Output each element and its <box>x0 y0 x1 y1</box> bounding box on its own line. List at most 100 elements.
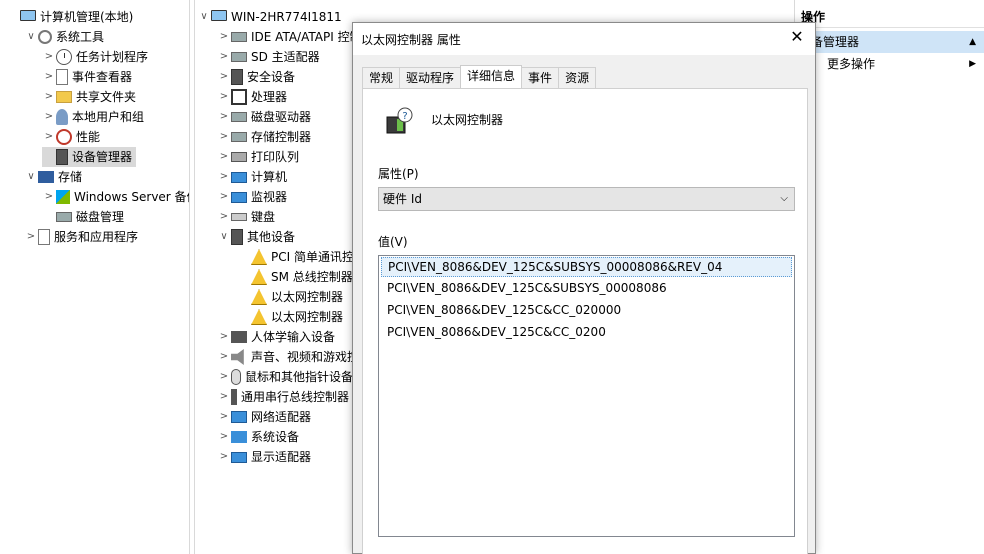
collapse-chevron-icon[interactable]: > <box>217 167 231 187</box>
device-tree-item[interactable]: > 安全设备 <box>217 67 295 87</box>
expand-chevron-icon[interactable]: ∨ <box>24 167 38 187</box>
device-tree-item[interactable]: > IDE ATA/ATAPI 控制器 <box>217 27 374 47</box>
expand-chevron-icon[interactable]: ∨ <box>217 227 231 247</box>
collapse-chevron-icon[interactable]: > <box>217 187 231 207</box>
value-label: 值(V) <box>378 235 408 249</box>
tree-item-label: 服务和应用程序 <box>54 230 139 244</box>
collapse-chevron-icon[interactable]: > <box>217 407 231 427</box>
collapse-chevron-icon[interactable]: > <box>42 47 56 67</box>
collapse-chevron-icon[interactable]: > <box>217 447 231 467</box>
collapse-chevron-icon[interactable]: > <box>217 347 231 367</box>
tree-item[interactable]: > 共享文件夹 <box>42 87 136 107</box>
value-list-item[interactable]: PCI\VEN_8086&DEV_125C&CC_0200 <box>381 322 794 343</box>
device-tree-item[interactable]: > 系统设备 <box>217 427 299 447</box>
value-listbox[interactable]: PCI\VEN_8086&DEV_125C&SUBSYS_00008086&RE… <box>378 255 795 537</box>
collapse-chevron-icon[interactable]: > <box>217 427 231 447</box>
tree-item[interactable]: > 本地用户和组 <box>42 107 144 127</box>
warning-device-icon <box>251 249 267 265</box>
device-tree-item[interactable]: > 打印队列 <box>217 147 299 167</box>
value-list-item[interactable]: PCI\VEN_8086&DEV_125C&CC_020000 <box>381 300 794 321</box>
tab-resources[interactable]: 资源 <box>558 67 597 88</box>
device-tree-item[interactable]: 以太网控制器 <box>237 287 343 307</box>
device-tree-item[interactable]: > 人体学输入设备 <box>217 327 335 347</box>
dialog-tabs: 常规 驱动程序 详细信息 事件 资源 <box>362 65 597 89</box>
device-tree-item[interactable]: > 处理器 <box>217 87 287 107</box>
device-tree-item[interactable]: > 通用串行总线控制器 <box>217 387 349 407</box>
actions-pane: 操作 设备管理器 ▲ 更多操作 ▶ <box>794 0 984 554</box>
tree-item[interactable]: > 性能 <box>42 127 100 147</box>
warning-device-icon <box>251 289 267 305</box>
windows-backup-icon <box>56 190 70 204</box>
device-tree-root[interactable]: ∨ WIN-2HR774I1811 <box>197 7 342 27</box>
device-tree-item[interactable]: > 鼠标和其他指针设备 <box>217 367 353 387</box>
tree-item[interactable]: ∨ 存储 <box>24 167 82 187</box>
collapse-chevron-icon[interactable]: > <box>217 27 231 47</box>
device-tree-item[interactable]: 以太网控制器 <box>237 307 343 327</box>
collapse-chevron-icon[interactable]: > <box>42 127 56 147</box>
device-tree-item[interactable]: > 计算机 <box>217 167 287 187</box>
tree-item[interactable]: > 任务计划程序 <box>42 47 148 67</box>
collapse-chevron-icon[interactable]: > <box>217 127 231 147</box>
shared-folders-icon <box>56 91 72 103</box>
device-tree-item[interactable]: > SD 主适配器 <box>217 47 320 67</box>
device-tree-item[interactable]: > 键盘 <box>217 207 275 227</box>
tab-general[interactable]: 常规 <box>362 67 401 88</box>
collapse-chevron-icon[interactable]: > <box>217 387 231 407</box>
tree-item-label: 性能 <box>76 130 101 144</box>
services-apps-icon <box>38 229 50 245</box>
collapse-chevron-icon[interactable]: > <box>217 67 231 87</box>
tree-item[interactable]: 磁盘管理 <box>42 207 124 227</box>
tree-item[interactable]: 计算机管理(本地) <box>6 7 133 27</box>
device-tree-item[interactable]: > 显示适配器 <box>217 447 311 467</box>
value-list-item[interactable]: PCI\VEN_8086&DEV_125C&SUBSYS_00008086 <box>381 278 794 299</box>
tab-details[interactable]: 详细信息 <box>460 65 523 88</box>
collapse-triangle-icon[interactable]: ▲ <box>969 31 976 53</box>
device-tree-item[interactable]: > 磁盘驱动器 <box>217 107 311 127</box>
actions-section-device-manager[interactable]: 设备管理器 ▲ <box>795 31 984 53</box>
storage-icon <box>38 171 54 183</box>
device-tree-item[interactable]: > 监视器 <box>217 187 287 207</box>
close-icon[interactable]: ✕ <box>787 27 807 47</box>
collapse-chevron-icon[interactable]: > <box>24 227 38 247</box>
collapse-chevron-icon[interactable]: > <box>217 327 231 347</box>
collapse-chevron-icon[interactable]: > <box>217 207 231 227</box>
device-tree-item-label: 处理器 <box>251 90 288 104</box>
collapse-chevron-icon[interactable]: > <box>42 187 56 207</box>
tab-events[interactable]: 事件 <box>521 67 560 88</box>
system-devices-icon <box>231 431 247 443</box>
collapse-chevron-icon[interactable]: > <box>42 87 56 107</box>
performance-icon <box>56 129 72 145</box>
property-select-value: 硬件 Id <box>383 192 422 206</box>
device-manager-icon <box>56 149 68 165</box>
collapse-chevron-icon[interactable]: > <box>217 107 231 127</box>
expand-chevron-icon[interactable]: ∨ <box>24 27 38 47</box>
collapse-chevron-icon[interactable]: > <box>42 67 56 87</box>
tree-item[interactable]: 设备管理器 <box>42 147 137 167</box>
device-tree-item-label: 安全设备 <box>247 70 296 84</box>
tab-driver[interactable]: 驱动程序 <box>399 67 462 88</box>
expand-chevron-icon[interactable]: ∨ <box>197 7 211 27</box>
device-tree-item-label: 存储控制器 <box>251 130 312 144</box>
tree-item[interactable]: > 服务和应用程序 <box>24 227 138 247</box>
tree-item[interactable]: ∨ 系统工具 <box>24 27 104 47</box>
collapse-chevron-icon[interactable]: > <box>217 147 231 167</box>
value-list-item[interactable]: PCI\VEN_8086&DEV_125C&SUBSYS_00008086&RE… <box>381 257 792 277</box>
collapse-chevron-icon[interactable]: > <box>217 87 231 107</box>
collapse-chevron-icon[interactable]: > <box>217 367 231 387</box>
device-tree-item[interactable]: > 网络适配器 <box>217 407 311 427</box>
tree-item[interactable]: > 事件查看器 <box>42 67 132 87</box>
more-actions-item[interactable]: 更多操作 ▶ <box>795 53 984 75</box>
tree-item[interactable]: > Windows Server 备份 <box>42 187 189 207</box>
device-tree-item-label: 监视器 <box>251 190 288 204</box>
event-viewer-icon <box>56 69 68 85</box>
device-tree-item[interactable]: > 存储控制器 <box>217 127 311 147</box>
disk-drive-icon <box>231 112 247 122</box>
dialog-titlebar[interactable]: 以太网控制器 属性 ✕ <box>353 23 815 55</box>
device-tree-item[interactable]: ∨ 其他设备 <box>217 227 295 247</box>
property-select[interactable]: 硬件 Id ⌵ <box>378 187 795 211</box>
device-tree-item[interactable]: SM 总线控制器 <box>237 267 353 287</box>
collapse-chevron-icon[interactable]: > <box>42 107 56 127</box>
security-device-icon <box>231 69 243 85</box>
collapse-chevron-icon[interactable]: > <box>217 47 231 67</box>
device-tree-item-label: 显示适配器 <box>251 450 312 464</box>
